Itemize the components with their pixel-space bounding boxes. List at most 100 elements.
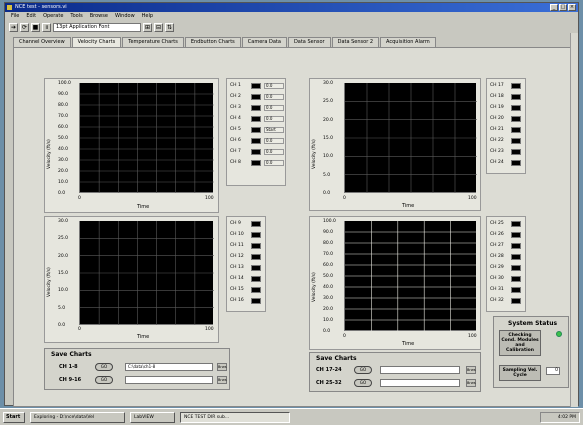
- legend-swatch[interactable]: [251, 83, 261, 89]
- legend-swatch[interactable]: [251, 105, 261, 111]
- legend-swatch[interactable]: [511, 160, 521, 166]
- menu-item-edit[interactable]: Edit: [26, 12, 36, 20]
- x-tick: 100: [205, 196, 214, 201]
- menu-item-file[interactable]: File: [11, 12, 19, 20]
- menu-item-help[interactable]: Help: [142, 12, 153, 20]
- browse-button[interactable]: Brws: [217, 363, 227, 371]
- taskbar-item[interactable]: Exploring - D:\nce\data\Vel: [30, 412, 125, 423]
- legend-swatch[interactable]: [251, 94, 261, 100]
- legend-ch9-16: CH 9 CH 10 CH 11 CH 12 CH 13 CH 14 CH 15 CH 16: [226, 216, 266, 312]
- start-button[interactable]: Start: [3, 412, 25, 423]
- legend-label: CH 24: [490, 160, 504, 165]
- menu-item-operate[interactable]: Operate: [43, 12, 63, 20]
- tab-data-sensor[interactable]: Data Sensor: [287, 37, 331, 47]
- legend-swatch[interactable]: [511, 265, 521, 271]
- tab-endbutton-charts[interactable]: Endbutton Charts: [184, 37, 241, 47]
- legend-swatch[interactable]: [511, 232, 521, 238]
- legend-swatch[interactable]: [251, 232, 261, 238]
- legend-swatch[interactable]: [251, 243, 261, 249]
- legend-swatch[interactable]: [511, 94, 521, 100]
- velocity-graph-ch9-16: Velocity (ft/s) 30.0 25.0 20.0 15.0 10.0 5.0 0…: [44, 216, 219, 343]
- plot-area[interactable]: [344, 221, 477, 331]
- save-go-button[interactable]: GO: [354, 379, 372, 387]
- close-icon[interactable]: ×: [568, 4, 576, 11]
- legend-swatch[interactable]: [511, 83, 521, 89]
- menu-item-tools[interactable]: Tools: [70, 12, 82, 20]
- legend-swatch[interactable]: [251, 276, 261, 282]
- menu-item-window[interactable]: Window: [115, 12, 135, 20]
- tab-temperature-charts[interactable]: Temperature Charts: [122, 37, 184, 47]
- legend-swatch[interactable]: [251, 149, 261, 155]
- legend-label: CH 31: [490, 287, 504, 292]
- save-path-input[interactable]: [380, 379, 460, 387]
- reorder-icon[interactable]: ⇅: [165, 22, 174, 32]
- y-tick: 15.0: [323, 136, 334, 141]
- vertical-scrollbar[interactable]: [570, 33, 578, 407]
- legend-swatch[interactable]: [251, 127, 261, 133]
- tab-camera-data[interactable]: Camera Data: [241, 37, 287, 47]
- run-continuous-icon[interactable]: ⟳: [20, 22, 29, 32]
- legend-swatch[interactable]: [511, 254, 521, 260]
- legend-swatch[interactable]: [251, 287, 261, 293]
- run-arrow-icon[interactable]: ➔: [9, 22, 18, 32]
- plot-area[interactable]: [344, 83, 477, 193]
- legend-swatch[interactable]: [511, 287, 521, 293]
- legend-swatch[interactable]: [511, 127, 521, 133]
- browse-button[interactable]: Brws: [466, 379, 476, 387]
- tab-channel-overview[interactable]: Channel Overview: [13, 37, 71, 47]
- legend-swatch[interactable]: [251, 221, 261, 227]
- browse-button[interactable]: Brws: [466, 366, 476, 374]
- y-tick: 90.0: [323, 230, 334, 235]
- legend-swatch[interactable]: [251, 265, 261, 271]
- save-path-input[interactable]: [380, 366, 460, 374]
- legend-swatch[interactable]: [251, 116, 261, 122]
- checking-modules-button[interactable]: Checking Cond. Modules and Calibration: [499, 330, 541, 356]
- font-select[interactable]: 13pt Application Font: [53, 22, 141, 32]
- taskbar-item[interactable]: LabVIEW: [130, 412, 175, 423]
- align-icon[interactable]: ⊞: [143, 22, 152, 32]
- legend-swatch[interactable]: [511, 105, 521, 111]
- legend-swatch[interactable]: [511, 116, 521, 122]
- maximize-icon[interactable]: □: [559, 4, 567, 11]
- menu-item-browse[interactable]: Browse: [90, 12, 108, 20]
- y-tick: 0.0: [58, 191, 66, 196]
- plot-area[interactable]: [79, 83, 214, 193]
- sampling-cycle-button[interactable]: Sampling Vel. Cycle: [499, 365, 541, 381]
- x-tick: 100: [205, 327, 214, 332]
- y-tick: 80.0: [58, 103, 69, 108]
- legend-swatch[interactable]: [511, 276, 521, 282]
- pause-icon[interactable]: ॥: [42, 22, 51, 32]
- tab-acquisition-alarm[interactable]: Acquisition Alarm: [380, 37, 436, 47]
- save-go-button[interactable]: GO: [95, 363, 113, 371]
- browse-button[interactable]: Brws: [217, 376, 227, 384]
- legend-swatch[interactable]: [511, 149, 521, 155]
- legend-label: CH 20: [490, 116, 504, 121]
- legend-label: CH 26: [490, 232, 504, 237]
- save-go-button[interactable]: GO: [95, 376, 113, 384]
- legend-swatch[interactable]: [511, 221, 521, 227]
- legend-swatch[interactable]: [251, 298, 261, 304]
- save-go-button[interactable]: GO: [354, 366, 372, 374]
- tab-velocity-charts[interactable]: Velocity Charts: [71, 37, 122, 47]
- legend-value: 0.0: [264, 94, 284, 100]
- stop-icon[interactable]: ■: [31, 22, 40, 32]
- legend-swatch[interactable]: [251, 160, 261, 166]
- legend-swatch[interactable]: [511, 138, 521, 144]
- taskbar-item[interactable]: NCE TEST DIR sub...: [180, 412, 290, 423]
- tab-data-sensor-2[interactable]: Data Sensor 2: [331, 37, 380, 47]
- legend-swatch[interactable]: [511, 298, 521, 304]
- save-path-input[interactable]: [125, 376, 213, 384]
- legend-label: CH 6: [230, 138, 241, 143]
- y-tick: 0.0: [58, 323, 66, 328]
- tab-bar: Channel Overview Velocity Charts Temperatu…: [13, 37, 436, 47]
- legend-label: CH 4: [230, 116, 241, 121]
- legend-swatch[interactable]: [251, 254, 261, 260]
- y-tick: 30.0: [323, 296, 334, 301]
- legend-swatch[interactable]: [251, 138, 261, 144]
- save-path-input[interactable]: C:\data\ch1-8: [125, 363, 213, 371]
- legend-swatch[interactable]: [511, 243, 521, 249]
- plot-area[interactable]: [79, 221, 214, 325]
- distribute-icon[interactable]: ⊟: [154, 22, 163, 32]
- y-tick: 30.0: [58, 219, 69, 224]
- minimize-icon[interactable]: _: [550, 4, 558, 11]
